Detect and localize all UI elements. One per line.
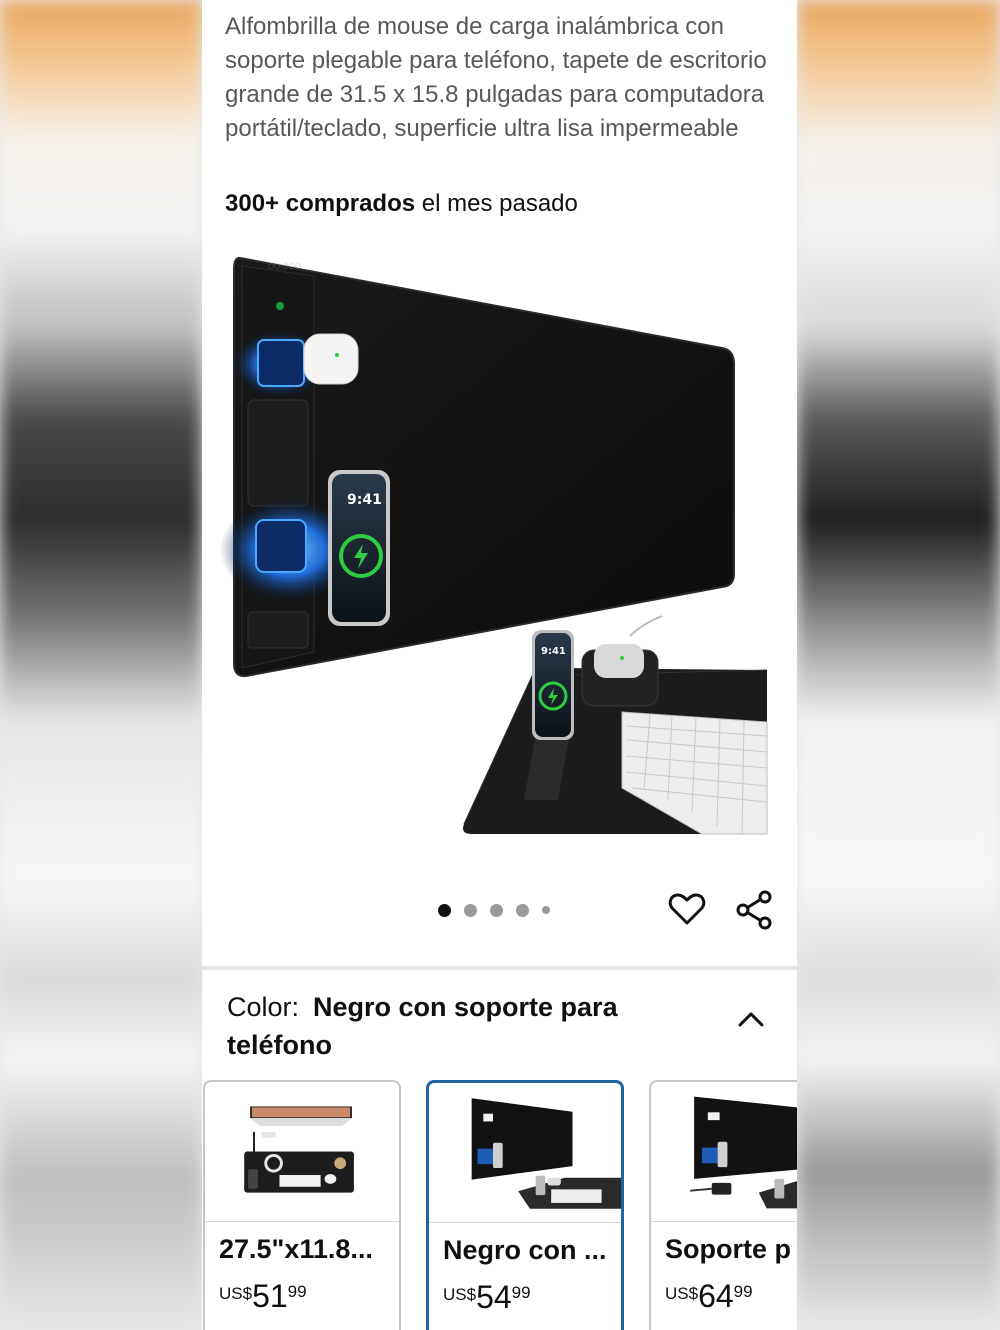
variant-thumbnail <box>429 1098 621 1223</box>
price-fraction: 99 <box>511 1283 531 1302</box>
variant-thumbnail <box>205 1106 399 1222</box>
color-selector-header[interactable]: Color: Negro con soporte para teléfono <box>227 988 727 1064</box>
price-fraction: 99 <box>287 1282 307 1301</box>
price-fraction: 99 <box>733 1282 753 1301</box>
carousel-dot[interactable] <box>542 906 550 914</box>
price-whole: 64 <box>698 1278 734 1314</box>
price-currency: US$ <box>443 1285 477 1304</box>
blurred-background-right <box>797 0 1000 1330</box>
variant-name: 27.5"x11.8... <box>219 1234 373 1264</box>
purchase-count: 300+ comprados el mes pasado <box>225 190 578 218</box>
purchase-count-suffix: el mes pasado <box>415 190 578 217</box>
blurred-background-left <box>0 0 202 1330</box>
variant-card-selected[interactable]: Negro con ... US$ 54 99 <box>426 1080 624 1330</box>
variant-thumbnail <box>651 1096 797 1222</box>
product-image[interactable]: ◌◌ ◌◌◌ 9:41 9:41 <box>202 240 797 850</box>
variant-card[interactable]: Soporte p US$ 64 99 <box>649 1080 797 1330</box>
color-variant-list: 27.5"x11.8... US$ 51 99 Negro con ... US$ 5… <box>202 1080 797 1330</box>
carousel-dot[interactable] <box>438 903 451 917</box>
product-title: Alfombrilla de mouse de carga inalámbric… <box>225 13 767 142</box>
price-whole: 51 <box>252 1278 288 1314</box>
share-icon[interactable] <box>735 890 773 930</box>
variant-price: US$ 54 99 <box>443 1279 531 1315</box>
chevron-up-icon[interactable] <box>736 1006 766 1032</box>
image-carousel-dots <box>438 902 550 918</box>
stand-phone-clock: 9:41 <box>541 646 566 657</box>
price-currency: US$ <box>665 1284 699 1303</box>
product-page: Alfombrilla de mouse de carga inalámbric… <box>202 0 797 1330</box>
price-whole: 54 <box>476 1279 512 1315</box>
variant-price: US$ 51 99 <box>219 1278 307 1314</box>
carousel-dot[interactable] <box>516 903 529 917</box>
price-currency: US$ <box>219 1284 253 1303</box>
phone-clock: 9:41 <box>347 492 382 508</box>
heart-icon[interactable] <box>668 890 706 928</box>
svg-text:◌◌ ◌◌◌: ◌◌ ◌◌◌ <box>268 262 301 270</box>
variant-price: US$ 64 99 <box>665 1278 753 1314</box>
variant-name: Soporte p <box>665 1234 791 1264</box>
variant-card[interactable]: 27.5"x11.8... US$ 51 99 <box>203 1080 401 1330</box>
carousel-dot[interactable] <box>490 903 503 917</box>
section-divider <box>202 966 797 970</box>
purchase-count-bold: 300+ comprados <box>225 190 416 217</box>
color-label: Color: <box>227 992 300 1022</box>
variant-name: Negro con ... <box>443 1235 607 1265</box>
carousel-dot[interactable] <box>464 903 477 917</box>
